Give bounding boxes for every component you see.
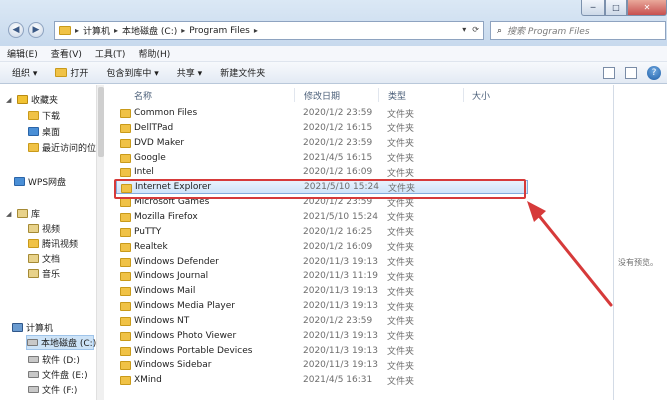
preview-pane: 没有预览。 [613, 85, 667, 400]
annotation-arrow [527, 201, 613, 307]
no-preview-text: 没有预览。 [618, 258, 658, 267]
